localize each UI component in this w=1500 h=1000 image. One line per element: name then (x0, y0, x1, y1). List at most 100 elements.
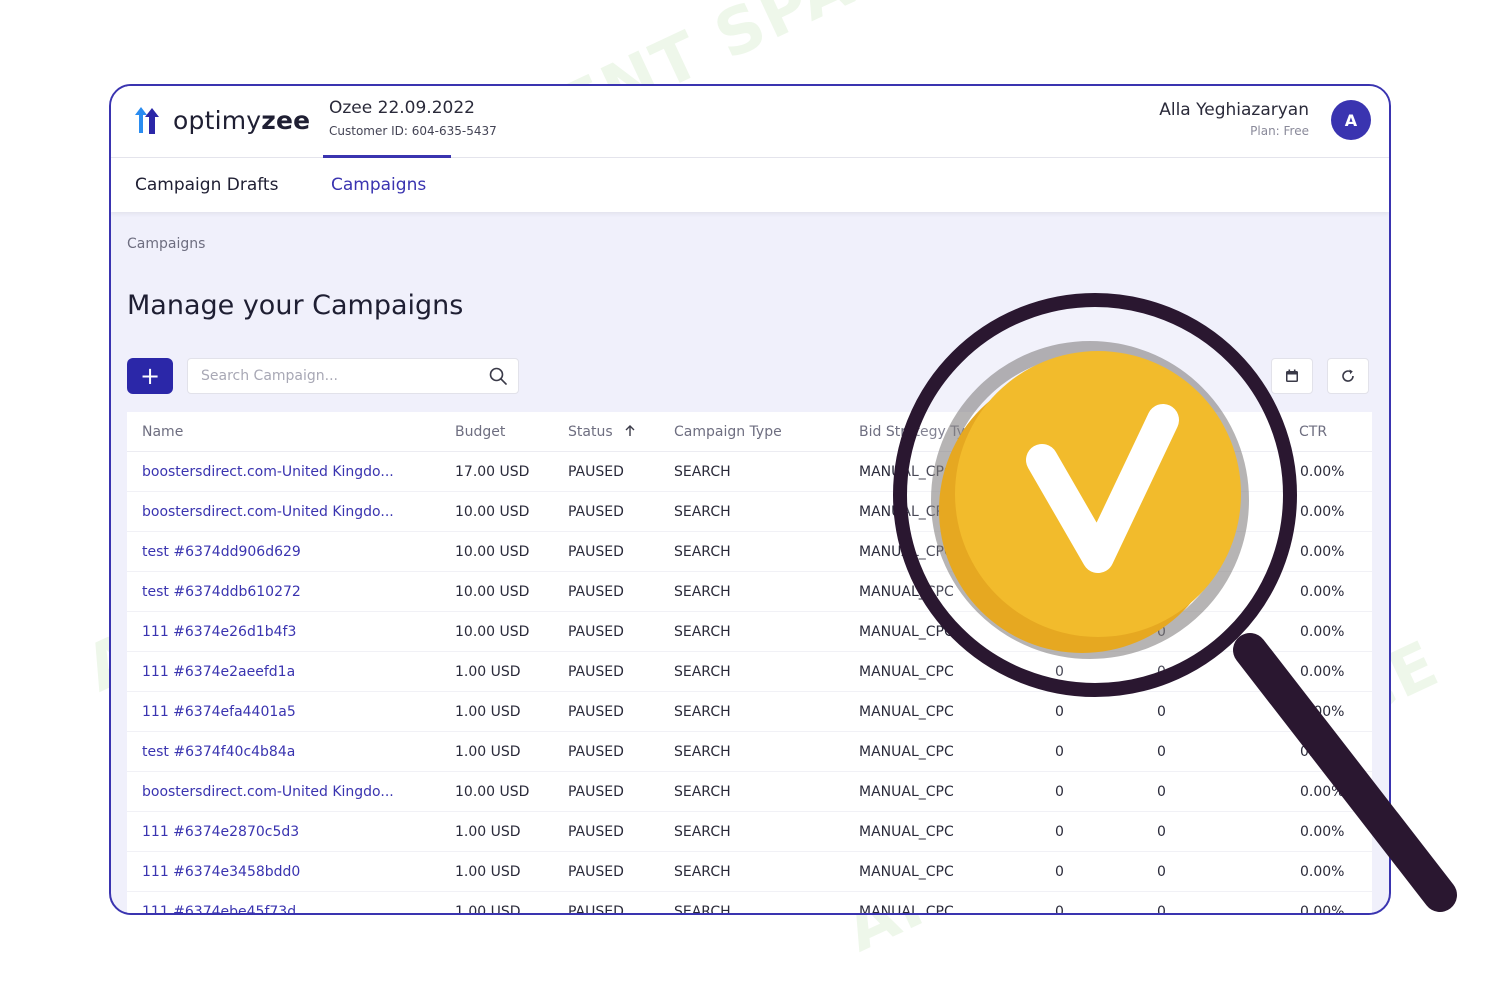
brand-logo[interactable]: optimyzee (131, 102, 310, 138)
cell-status: PAUSED (568, 864, 624, 880)
table-header: Name Budget Status Campaign Type Bid Str… (127, 412, 1372, 452)
table-row[interactable]: 111 #6374e2aeefd1a 1.00 USD PAUSED SEARCH MA… (127, 652, 1372, 692)
add-campaign-button[interactable]: + (127, 358, 173, 394)
search-input[interactable] (188, 359, 468, 393)
cell-ctr: 0.00% (1300, 904, 1345, 915)
cell-metric-1: 0 (1055, 624, 1064, 640)
refresh-icon (1342, 369, 1354, 382)
account-switcher[interactable]: Ozee 22.09.2022 Customer ID: 604-635-543… (329, 98, 497, 138)
cell-name[interactable]: test #6374dd906d629 (142, 544, 301, 560)
cell-name[interactable]: 111 #6374e26d1b4f3 (142, 624, 296, 640)
cell-metric-1: 0 (1055, 784, 1064, 800)
table-row[interactable]: 111 #6374efa4401a5 1.00 USD PAUSED SEARCH MA… (127, 692, 1372, 732)
cell-budget: 1.00 USD (455, 904, 521, 915)
cell-ctr: 0.00% (1300, 544, 1345, 560)
column-campaign-type[interactable]: Campaign Type (674, 424, 782, 440)
cell-ctr: 0.00% (1300, 784, 1345, 800)
cell-metric-2: 0 (1157, 624, 1166, 640)
cell-bid-strategy: MANUAL_CPC (859, 624, 954, 640)
logo-arrows-icon (135, 107, 159, 134)
cell-bid-strategy: MANUAL_CPC (859, 904, 954, 915)
cell-budget: 1.00 USD (455, 664, 521, 680)
cell-ctr: 0.00% (1300, 704, 1345, 720)
table-row[interactable]: boostersdirect.com-United Kingdo... 10.00… (127, 772, 1372, 812)
refresh-button[interactable] (1327, 358, 1369, 394)
cell-status: PAUSED (568, 744, 624, 760)
cell-ctr: 0.00% (1300, 744, 1345, 760)
table-row[interactable]: 111 #6374e2870c5d3 1.00 USD PAUSED SEARCH MA… (127, 812, 1372, 852)
column-status[interactable]: Status (568, 424, 637, 440)
cell-bid-strategy: MANUAL_CPC (859, 504, 954, 520)
user-plan: Plan: Free (1250, 124, 1309, 138)
cell-metric-1: 0 (1055, 664, 1064, 680)
cell-metric-2: 0 (1157, 744, 1166, 760)
table-row[interactable]: test #6374ddb610272 10.00 USD PAUSED SEARCH… (127, 572, 1372, 612)
cell-campaign-type: SEARCH (674, 704, 731, 720)
search-icon[interactable] (488, 366, 508, 386)
cell-name[interactable]: 111 #6374ebe45f73d (142, 904, 296, 913)
cell-status: PAUSED (568, 704, 624, 720)
cell-campaign-type: SEARCH (674, 784, 731, 800)
tab-campaigns[interactable]: Campaigns (331, 175, 426, 195)
column-budget[interactable]: Budget (455, 424, 505, 440)
column-ctr[interactable]: CTR (1299, 424, 1327, 440)
app-window: optimyzee Ozee 22.09.2022 Customer ID: 6… (109, 84, 1391, 915)
column-status-label: Status (568, 424, 613, 440)
table-row[interactable]: boostersdirect.com-United Kingdo... 17.00… (127, 452, 1372, 492)
tab-campaign-drafts[interactable]: Campaign Drafts (135, 175, 278, 195)
cell-status: PAUSED (568, 664, 624, 680)
cell-budget: 10.00 USD (455, 784, 530, 800)
cell-name[interactable]: test #6374ddb610272 (142, 584, 301, 600)
cell-bid-strategy: MANUAL_CPC (859, 744, 954, 760)
cell-metric-1: 0 (1055, 864, 1064, 880)
cell-budget: 17.00 USD (455, 464, 530, 480)
avatar[interactable]: A (1331, 100, 1371, 140)
cell-budget: 10.00 USD (455, 624, 530, 640)
cell-name[interactable]: 111 #6374e2aeefd1a (142, 664, 295, 680)
campaigns-table: Name Budget Status Campaign Type Bid Str… (127, 412, 1372, 915)
column-bid-strategy[interactable]: Bid Strategy Type (859, 424, 982, 440)
cell-budget: 10.00 USD (455, 544, 530, 560)
cell-status: PAUSED (568, 624, 624, 640)
cell-campaign-type: SEARCH (674, 824, 731, 840)
table-row[interactable]: 111 #6374e3458bdd0 1.00 USD PAUSED SEARCH MA… (127, 852, 1372, 892)
cell-name[interactable]: boostersdirect.com-United Kingdo... (142, 464, 394, 480)
table-row[interactable]: 111 #6374e26d1b4f3 10.00 USD PAUSED SEARCH M… (127, 612, 1372, 652)
cell-budget: 1.00 USD (455, 704, 521, 720)
calendar-button[interactable] (1271, 358, 1313, 394)
cell-campaign-type: SEARCH (674, 864, 731, 880)
top-bar: optimyzee Ozee 22.09.2022 Customer ID: 6… (111, 86, 1389, 158)
cell-campaign-type: SEARCH (674, 904, 731, 915)
cell-metric-2: 0 (1157, 864, 1166, 880)
cell-metric-2: 0 (1157, 664, 1166, 680)
cell-ctr: 0.00% (1300, 464, 1345, 480)
cell-budget: 10.00 USD (455, 584, 530, 600)
table-body: boostersdirect.com-United Kingdo... 17.00… (127, 452, 1372, 915)
table-row[interactable]: 111 #6374ebe45f73d 1.00 USD PAUSED SEARCH MA… (127, 892, 1372, 915)
cell-metric-1: 0 (1055, 544, 1064, 560)
cell-bid-strategy: MANUAL_CPC (859, 544, 954, 560)
cell-bid-strategy: MANUAL_CPC (859, 704, 954, 720)
tab-bar: Campaign Drafts Campaigns (111, 158, 1389, 212)
cell-metric-1: 0 (1055, 704, 1064, 720)
table-row[interactable]: boostersdirect.com-United Kingdo... 10.00… (127, 492, 1372, 532)
column-name[interactable]: Name (142, 424, 183, 440)
cell-campaign-type: SEARCH (674, 744, 731, 760)
cell-name[interactable]: 111 #6374efa4401a5 (142, 704, 296, 720)
cell-bid-strategy: MANUAL_CPC (859, 824, 954, 840)
cell-name[interactable]: boostersdirect.com-United Kingdo... (142, 784, 394, 800)
cell-name[interactable]: 111 #6374e3458bdd0 (142, 864, 300, 880)
account-name: Ozee 22.09.2022 (329, 98, 475, 118)
cell-name[interactable]: 111 #6374e2870c5d3 (142, 824, 299, 840)
breadcrumb[interactable]: Campaigns (127, 236, 205, 252)
cell-campaign-type: SEARCH (674, 544, 731, 560)
cell-name[interactable]: test #6374f40c4b84a (142, 744, 295, 760)
sort-arrow-up-icon (625, 425, 635, 436)
table-row[interactable]: test #6374dd906d629 10.00 USD PAUSED SEARCH… (127, 532, 1372, 572)
cell-metric-1: 0 (1055, 584, 1064, 600)
cell-ctr: 0.00% (1300, 864, 1345, 880)
cell-name[interactable]: boostersdirect.com-United Kingdo... (142, 504, 394, 520)
cell-campaign-type: SEARCH (674, 504, 731, 520)
brand-name: optimyzee (173, 105, 311, 135)
table-row[interactable]: test #6374f40c4b84a 1.00 USD PAUSED SEARCH M… (127, 732, 1372, 772)
